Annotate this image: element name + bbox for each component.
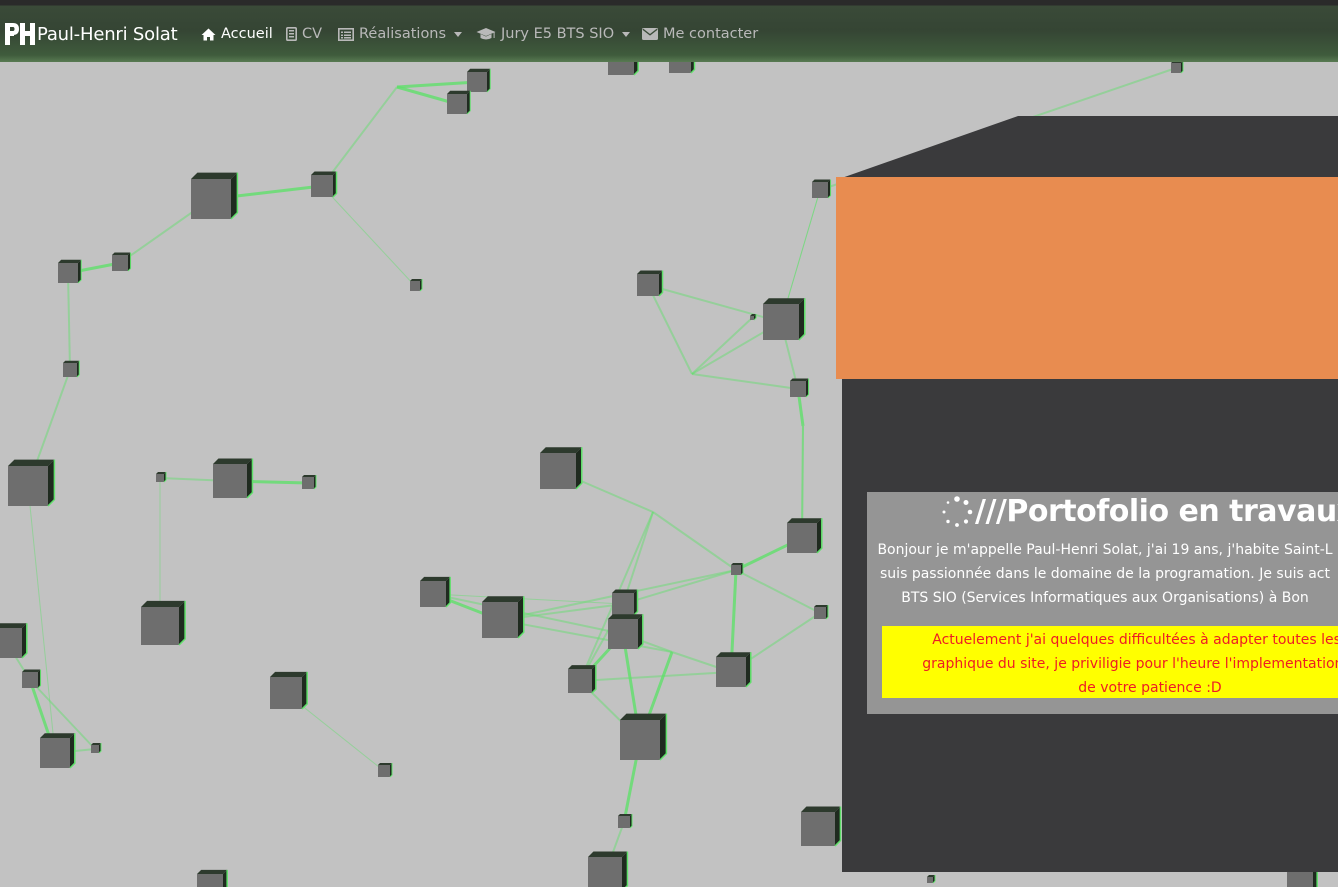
intro-text: Bonjour je m'appelle Paul-Henri Solat, j… [867, 538, 1338, 610]
card-title: ///Portofolio en travaux... [941, 494, 1338, 529]
file-icon [286, 27, 297, 41]
home-icon [201, 28, 216, 40]
warning-line: de votre patience :D [1078, 680, 1222, 696]
warning-box: Actuelement j'ai quelques difficultées à… [882, 626, 1338, 698]
intro-line: Bonjour je m'appelle Paul-Henri Solat, j… [877, 542, 1333, 558]
chevron-down-icon [454, 31, 463, 37]
nav-label: CV [302, 26, 323, 42]
envelope-icon [642, 28, 658, 40]
warning-line: Actuelement j'ai quelques difficultées à… [932, 632, 1338, 648]
nav-label: Me contacter [663, 26, 759, 42]
nav-label: Réalisations [359, 26, 447, 42]
intro-line: suis passionnée dans le domaine de la pr… [880, 566, 1330, 582]
nav-label: Accueil [221, 26, 273, 42]
nav-label: Jury E5 BTS SIO [501, 26, 615, 42]
graduation-cap-icon [476, 28, 496, 40]
top-navbar: Paul-Henri Solat Accueil CV Réalisations [0, 0, 1338, 62]
nav-jury[interactable]: Jury E5 BTS SIO [476, 24, 631, 44]
card-title-text: ///Portofolio en travaux... [975, 494, 1338, 529]
nav-cv[interactable]: CV [286, 24, 322, 44]
orange-panel [836, 177, 1338, 379]
list-icon [338, 27, 354, 41]
nav-contact[interactable]: Me contacter [642, 24, 758, 44]
nav-realisations[interactable]: Réalisations [338, 24, 463, 44]
spinner-icon [942, 495, 973, 527]
ph-logo-icon [5, 23, 35, 45]
intro-card: ///Portofolio en travaux... Bonjour je m… [867, 492, 1338, 714]
chevron-down-icon [622, 31, 631, 37]
brand-link[interactable]: Paul-Henri Solat [4, 21, 178, 47]
intro-line: BTS SIO (Services Informatiques aux Orga… [901, 590, 1309, 606]
warning-text: Actuelement j'ai quelques difficultées à… [882, 628, 1338, 698]
warning-line: graphique du site, je priviligie pour l'… [922, 656, 1338, 672]
nav-accueil[interactable]: Accueil [201, 24, 273, 44]
brand-name: Paul-Henri Solat [37, 23, 178, 45]
